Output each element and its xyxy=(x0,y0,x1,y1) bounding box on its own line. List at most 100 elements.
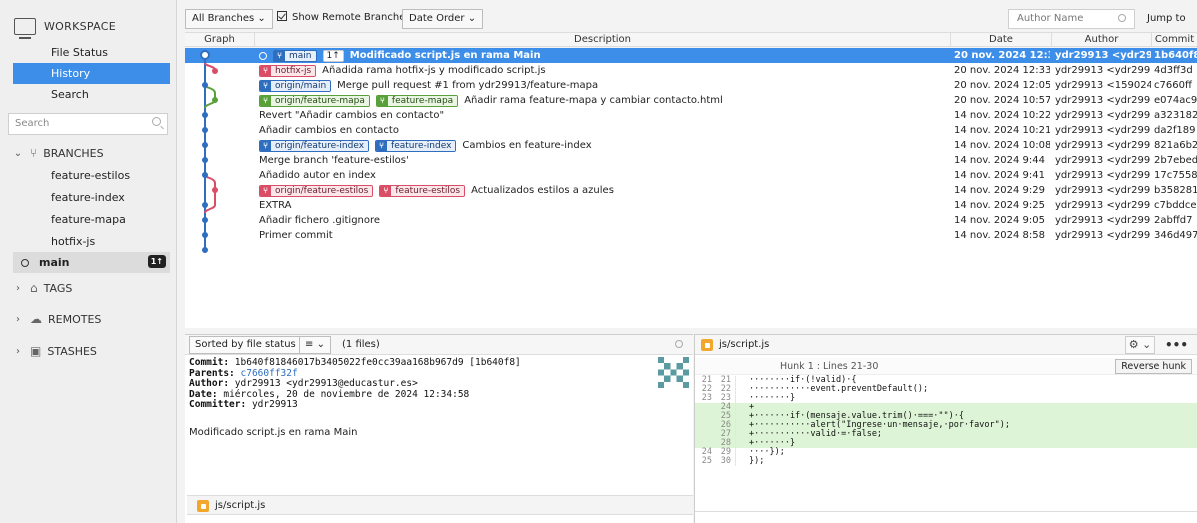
commit-hash: c7bddce xyxy=(1154,200,1197,211)
commit-message: Añadido autor en index xyxy=(259,170,376,181)
tags-label: TAGS xyxy=(43,281,73,295)
branch-label-chip[interactable]: ⑂ main xyxy=(273,49,317,62)
workspace-header[interactable]: WORKSPACE xyxy=(14,12,116,40)
branch-label-chip[interactable]: ⑂ feature-index xyxy=(375,139,457,152)
changed-file-row[interactable]: js/script.js xyxy=(187,495,693,515)
sidebar-branch-main[interactable]: main 1↑ xyxy=(13,252,170,273)
commit-row[interactable]: EXTRA 14 nov. 2024 9:25 ydr29913 <ydr29913… xyxy=(185,198,1197,213)
commit-row[interactable]: Revert "Añadir cambios en contacto" 14 no… xyxy=(185,108,1197,123)
order-dropdown[interactable]: Date Order ⌄ xyxy=(402,9,484,29)
nav-file-status[interactable]: File Status xyxy=(13,42,170,63)
sidebar-branch-feature-mapa[interactable]: feature-mapa xyxy=(13,209,170,230)
commit-author: ydr29913 <159024161+ydr29913@users.norep… xyxy=(1055,80,1151,91)
column-graph[interactable]: Graph xyxy=(185,33,255,47)
column-author[interactable]: Author xyxy=(1052,33,1152,47)
sort-dropdown[interactable]: Sorted by file status ⌄ xyxy=(189,336,314,354)
sidebar-branch-feature-estilos[interactable]: feature-estilos xyxy=(13,165,170,186)
view-mode-dropdown[interactable]: ≡ ⌄ xyxy=(299,336,331,354)
chevron-down-icon: ⌄ xyxy=(316,339,325,350)
tags-section-header[interactable]: › ⌂ TAGS xyxy=(12,278,72,298)
sidebar-search-placeholder: Search xyxy=(15,118,50,129)
diff-line-code: ········} xyxy=(749,393,796,403)
sidebar-search-input[interactable]: Search xyxy=(8,113,168,135)
main-panel: All Branches ⌄ Show Remote Branches Date… xyxy=(185,0,1197,523)
tag-icon: ⌂ xyxy=(30,281,38,295)
gutter-divider xyxy=(735,457,736,466)
stashes-section-header[interactable]: › ▣ STASHES xyxy=(12,341,97,361)
search-icon[interactable] xyxy=(675,340,683,348)
diff-panel: js/script.js ⚙ ⌄ ••• Hunk 1 : Lines 21-3… xyxy=(694,334,1197,523)
commit-row[interactable]: Añadido autor en index 14 nov. 2024 9:41 y… xyxy=(185,168,1197,183)
commit-description: Añadir cambios en contacto xyxy=(259,123,949,138)
gear-icon: ⚙ xyxy=(1128,338,1139,351)
commit-message: Merge pull request #1 from ydr29913/feat… xyxy=(337,80,599,91)
commit-row[interactable]: Añadir fichero .gitignore 14 nov. 2024 9:… xyxy=(185,213,1197,228)
cloud-icon: ☁ xyxy=(30,312,42,326)
branch-label-text: origin/feature-estilos xyxy=(271,185,373,196)
jump-to-label[interactable]: Jump to xyxy=(1147,9,1186,29)
branches-section-header[interactable]: ⌄ ⑂ BRANCHES xyxy=(12,143,104,163)
show-remote-checkbox[interactable]: Show Remote Branches xyxy=(271,9,417,29)
parent-commit-link[interactable]: c7660ff32f xyxy=(241,368,298,379)
commit-row[interactable]: Añadir cambios en contacto 14 nov. 2024 1… xyxy=(185,123,1197,138)
commit-row[interactable]: ⑂ origin/main Merge pull request #1 from y… xyxy=(185,78,1197,93)
reverse-hunk-button[interactable]: Reverse hunk xyxy=(1115,359,1192,374)
commit-date: 14 nov. 2024 10:21 xyxy=(954,125,1050,136)
graph-feature-mapa-line xyxy=(204,84,216,109)
branch-filter-dropdown[interactable]: All Branches ⌄ xyxy=(185,9,273,29)
nav-history[interactable]: History xyxy=(13,63,170,84)
remotes-section-header[interactable]: › ☁ REMOTES xyxy=(12,309,101,329)
column-description[interactable]: Description xyxy=(255,33,951,47)
branch-icon: ⑂ xyxy=(260,95,271,106)
commit-row[interactable]: ⑂ main 1↑ Modificado script.js en rama Main… xyxy=(185,48,1197,63)
branch-label-chip[interactable]: ⑂ feature-estilos xyxy=(379,184,466,197)
diff-file-name: js/script.js xyxy=(719,339,770,350)
commit-hash: e074ac9 xyxy=(1154,95,1197,106)
branch-label-chip[interactable]: ⑂ origin/main xyxy=(259,79,332,92)
branch-label-chip[interactable]: 1↑ xyxy=(322,49,344,62)
nav-search[interactable]: Search xyxy=(13,84,170,105)
diff-line-context[interactable]: 25 30}); xyxy=(695,457,1197,466)
branch-icon: ⑂ xyxy=(376,140,388,151)
date-label: Date: xyxy=(189,388,218,400)
commit-row[interactable]: ⑂ hotfix-js Añadida rama hotfix-js y modif… xyxy=(185,63,1197,78)
commit-date: 20 nov. 2024 12:33 xyxy=(954,65,1050,76)
commit-hash: da2f189 xyxy=(1154,125,1196,136)
branch-label-chip[interactable]: ⑂ origin/feature-mapa xyxy=(259,94,370,107)
column-date[interactable]: Date xyxy=(951,33,1052,47)
branch-label-text: origin/main xyxy=(271,80,331,91)
commit-date: 14 nov. 2024 9:44 xyxy=(954,155,1045,166)
commit-date: 14 nov. 2024 8:58 xyxy=(954,230,1045,241)
author-filter-input[interactable]: Author Name xyxy=(1008,9,1135,29)
branch-label-text: feature-mapa xyxy=(387,95,458,106)
diff-line-context[interactable]: 24 29 ····}); xyxy=(695,448,1197,457)
branch-label-text: main xyxy=(285,50,316,61)
commit-row[interactable]: ⑂ origin/feature-estilos ⑂ feature-estilos A… xyxy=(185,183,1197,198)
graph-commit-dot xyxy=(202,82,208,88)
commit-list: Primer commit 14 nov. 2024 8:58 ydr29913 <… xyxy=(185,48,1197,328)
column-commit[interactable]: Commit xyxy=(1152,33,1197,47)
branch-icon: ⑂ xyxy=(30,146,38,160)
commit-message: Primer commit xyxy=(259,230,333,241)
commit-message: Actualizados estilos a azules xyxy=(471,185,614,196)
sidebar-branch-hotfix-js[interactable]: hotfix-js xyxy=(13,231,170,252)
commit-hash: 1b640f8 xyxy=(1154,50,1197,61)
gutter-divider xyxy=(735,448,736,457)
commit-author: ydr29913 <ydr29913@educastur.es> xyxy=(1055,155,1151,166)
commit-row[interactable]: ⑂ origin/feature-index ⑂ feature-index Cambi… xyxy=(185,138,1197,153)
branch-label-chip[interactable]: ⑂ feature-mapa xyxy=(375,94,459,107)
diff-settings-button[interactable]: ⚙ ⌄ xyxy=(1125,336,1155,354)
branch-label-chip[interactable]: ⑂ origin/feature-estilos xyxy=(259,184,374,197)
more-options-icon[interactable]: ••• xyxy=(1165,335,1188,355)
diff-line-context[interactable]: 23 23 ········} xyxy=(695,394,1197,403)
branch-label-chip[interactable]: ⑂ hotfix-js xyxy=(259,64,317,77)
branch-label-chip[interactable]: ⑂ origin/feature-index xyxy=(259,139,370,152)
author-label: Author: xyxy=(189,378,230,389)
commit-row[interactable]: Merge branch 'feature-estilos' 14 nov. 20… xyxy=(185,153,1197,168)
commit-row[interactable]: Primer commit 14 nov. 2024 8:58 ydr29913 <… xyxy=(185,228,1197,243)
new-line-number: 30 xyxy=(720,456,731,466)
commit-row[interactable]: ⑂ origin/feature-mapa ⑂ feature-mapa Añadir … xyxy=(185,93,1197,108)
branch-label-text: feature-index xyxy=(387,140,456,151)
commit-hash: 2b7ebed xyxy=(1154,155,1197,166)
sidebar-branch-feature-index[interactable]: feature-index xyxy=(13,187,170,208)
